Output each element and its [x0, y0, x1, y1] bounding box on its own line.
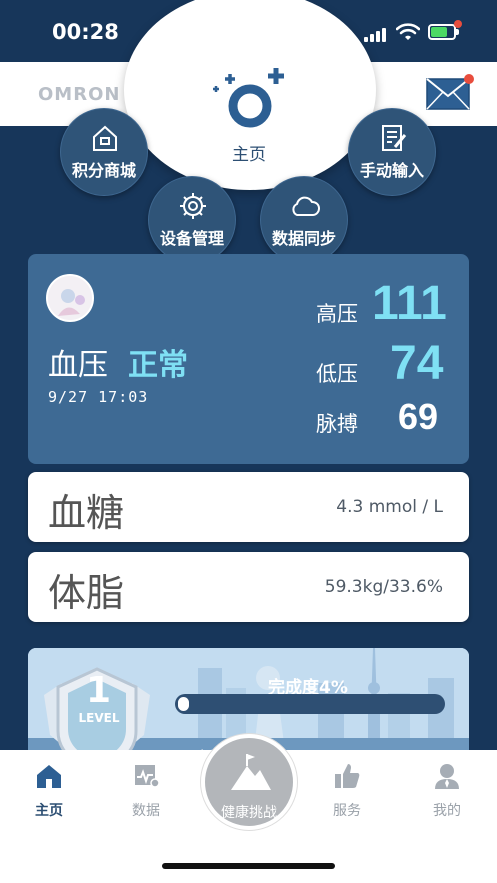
- thumbs-up-icon: [335, 764, 360, 788]
- wifi-icon: [396, 23, 420, 40]
- shop-icon: [93, 125, 117, 151]
- home-label: 主页: [232, 145, 266, 165]
- pulse-value: 69: [398, 396, 439, 437]
- edit-note-icon: [382, 125, 407, 151]
- device-management-label: 设备管理: [159, 229, 224, 248]
- battery-icon: [428, 20, 462, 40]
- level-number: 1: [86, 670, 112, 711]
- diastolic-label: 低压: [316, 362, 358, 386]
- omron-home-icon[interactable]: [208, 66, 292, 134]
- tab-data-label: 数据: [132, 803, 160, 819]
- home-indicator: [162, 863, 335, 869]
- tab-home-label: 主页: [35, 803, 63, 819]
- tab-mine[interactable]: 我的: [415, 762, 479, 822]
- user-profile-icon: [435, 764, 459, 789]
- completion-progress-fill: [178, 697, 189, 711]
- systolic-value: 111: [372, 277, 447, 330]
- tab-health-challenge[interactable]: 健康挑战: [201, 734, 297, 830]
- tab-mine-label: 我的: [433, 803, 461, 819]
- tab-data[interactable]: 数据: [114, 762, 178, 822]
- tab-service-label: 服务: [333, 803, 361, 819]
- tab-service[interactable]: 服务: [315, 762, 379, 822]
- body-fat-title: 体脂: [48, 571, 125, 615]
- points-mall-button[interactable]: 积分商城: [60, 108, 148, 196]
- measurement-time: 9/27 17:03: [48, 388, 149, 406]
- systolic-label: 高压: [316, 302, 358, 326]
- cellular-signal-icon: [364, 26, 388, 42]
- level-word: LEVEL: [78, 711, 120, 725]
- mail-icon[interactable]: [426, 74, 474, 110]
- device-management-button[interactable]: 设备管理: [148, 176, 236, 264]
- omron-logo: OMRON: [38, 84, 121, 105]
- status-time: 00:28: [52, 20, 119, 44]
- tab-home[interactable]: 主页: [17, 762, 81, 822]
- avatar[interactable]: [46, 274, 94, 322]
- body-fat-value: 59.3kg/33.6%: [324, 577, 443, 597]
- tab-health-challenge-label: 健康挑战: [221, 805, 277, 821]
- cloud-icon: [292, 196, 320, 216]
- completion-progress-bar: [175, 694, 445, 714]
- blood-pressure-status: 正常: [128, 348, 188, 383]
- data-sync-label: 数据同步: [271, 229, 336, 248]
- blood-glucose-title: 血糖: [48, 491, 125, 535]
- data-sync-button[interactable]: 数据同步: [260, 176, 348, 264]
- manual-input-button[interactable]: 手动输入: [348, 108, 436, 196]
- pulse-label: 脉搏: [316, 412, 358, 436]
- body-fat-card[interactable]: 体脂 59.3kg/33.6%: [28, 552, 469, 622]
- diastolic-value: 74: [390, 337, 444, 390]
- home-icon: [37, 765, 61, 788]
- blood-glucose-card[interactable]: 血糖 4.3 mmol / L: [28, 472, 469, 542]
- blood-glucose-value: 4.3 mmol / L: [336, 497, 443, 517]
- points-mall-label: 积分商城: [71, 161, 136, 180]
- gear-icon: [180, 193, 206, 219]
- manual-input-label: 手动输入: [359, 161, 424, 180]
- blood-pressure-title: 血压: [48, 348, 108, 383]
- mountain-flag-icon: [231, 754, 271, 790]
- data-chart-icon: [135, 765, 160, 788]
